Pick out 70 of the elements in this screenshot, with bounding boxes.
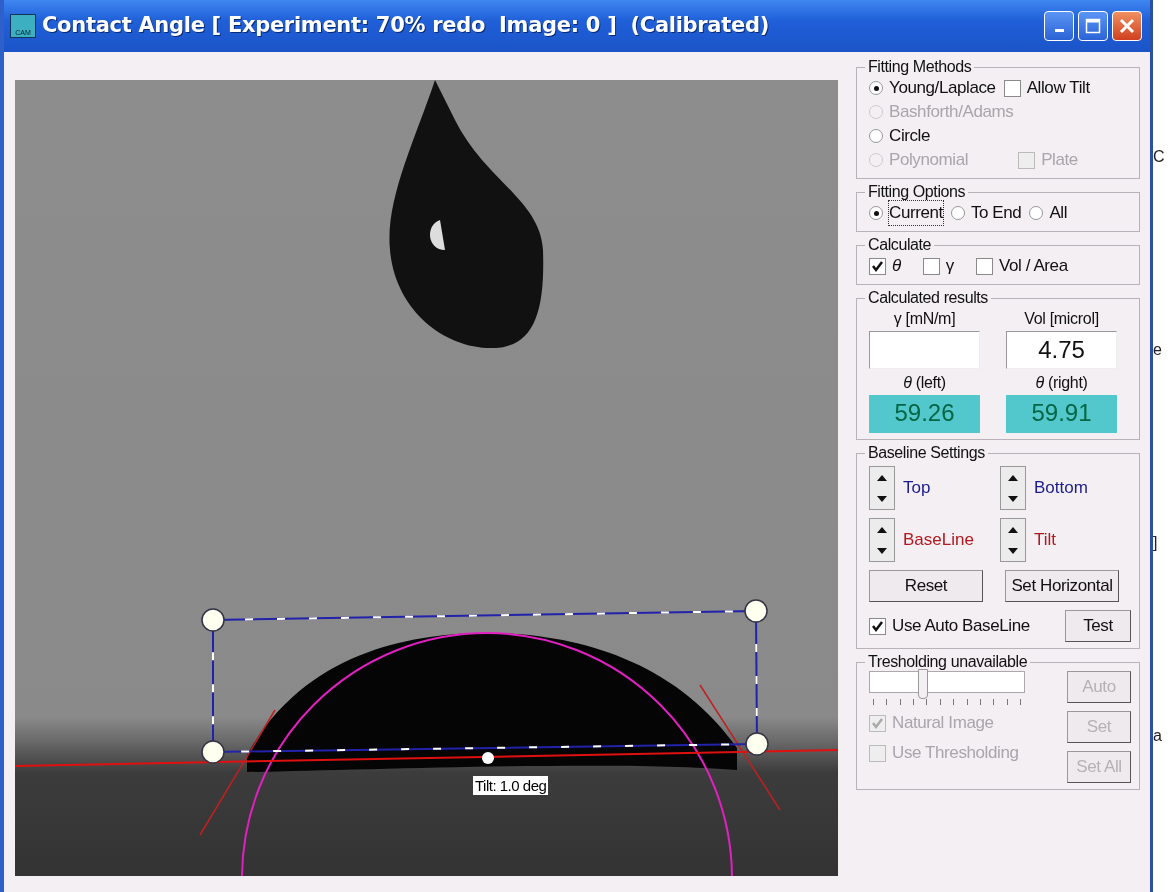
radio-button[interactable] — [1029, 206, 1044, 220]
background-text: e — [1153, 339, 1163, 360]
radio-button[interactable] — [869, 81, 883, 95]
radio-button[interactable] — [869, 206, 883, 220]
field-label: θ (right) — [1034, 373, 1089, 393]
maximize-button[interactable] — [1078, 11, 1108, 41]
radio-button[interactable] — [869, 129, 883, 143]
value-field: 4.75 — [1006, 331, 1117, 369]
up-arrow-icon — [1008, 474, 1018, 481]
field-label: γ [mN/m] — [892, 309, 957, 329]
field-label: Vol [microl] — [1023, 309, 1100, 329]
drag-handle[interactable] — [201, 608, 225, 632]
spin-button[interactable] — [1000, 466, 1026, 510]
background-text: ] — [1153, 532, 1159, 553]
center-marker[interactable] — [482, 752, 494, 764]
background-text: a — [1153, 725, 1163, 746]
result-value: 59.26 — [869, 395, 980, 433]
close-icon — [1119, 18, 1135, 34]
option-label[interactable]: Current — [889, 201, 943, 225]
checkbox-label[interactable]: θ — [892, 254, 901, 278]
up-arrow-icon — [1008, 526, 1018, 533]
maximize-icon — [1085, 18, 1101, 34]
spin-button[interactable] — [1000, 518, 1026, 562]
radio-button[interactable] — [950, 206, 965, 220]
down-arrow-icon — [877, 495, 887, 502]
background-text: C — [1153, 146, 1166, 167]
spinner-label: Tilt — [1034, 529, 1057, 552]
group-title: Fitting Methods — [867, 58, 973, 76]
spinner-label: Top — [903, 477, 931, 500]
checkbox[interactable] — [869, 617, 886, 635]
option-label[interactable]: All — [1049, 201, 1068, 225]
field-label: θ (left) — [902, 373, 947, 393]
checkbox-label[interactable]: Use Auto BaseLine — [892, 614, 1030, 638]
tilt-label: Tilt: 1.0 deg — [473, 776, 549, 795]
checkbox[interactable] — [1003, 79, 1021, 97]
group-title: Calculate — [867, 236, 933, 254]
minimize-button[interactable] — [1044, 11, 1074, 41]
light-reflection — [430, 220, 445, 250]
spinner-label: BaseLine — [903, 529, 974, 552]
option-label[interactable]: Young/Laplace — [889, 76, 996, 100]
checkbox-label[interactable]: Vol / Area — [998, 254, 1068, 278]
up-arrow-icon — [877, 526, 887, 533]
push-button[interactable]: Set Horizontal — [1005, 570, 1119, 602]
option-label[interactable]: Circle — [889, 124, 931, 148]
checkbox-label[interactable]: Allow Tilt — [1026, 76, 1090, 100]
down-arrow-icon — [877, 547, 887, 554]
test-button[interactable]: Test — [1065, 610, 1131, 642]
group-title: Fitting Options — [867, 183, 967, 201]
drag-handle[interactable] — [745, 732, 769, 756]
checkbox-label[interactable]: γ — [945, 254, 954, 278]
group-title: Tresholding unavailable — [867, 653, 1029, 671]
checkbox[interactable] — [922, 257, 940, 275]
spin-button[interactable] — [869, 518, 895, 562]
drag-handle[interactable] — [201, 740, 225, 764]
group-title: Calculated results — [867, 289, 989, 307]
result-value: 59.91 — [1006, 395, 1117, 433]
up-arrow-icon — [877, 474, 887, 481]
push-button[interactable]: Reset — [869, 570, 983, 602]
drag-handle[interactable] — [744, 599, 768, 623]
group-title: Baseline Settings — [867, 444, 986, 462]
option-label[interactable]: To End — [970, 201, 1022, 225]
checkbox[interactable] — [975, 257, 993, 275]
spinner-label: Bottom — [1034, 477, 1088, 500]
spin-button[interactable] — [869, 466, 895, 510]
window-title: Contact Angle [ Experiment: 70% redo Image: 0 ] (Calibrated) — [42, 12, 769, 40]
close-button[interactable] — [1112, 11, 1142, 41]
minimize-icon — [1054, 29, 1064, 32]
checkbox[interactable] — [869, 257, 886, 275]
down-arrow-icon — [1008, 547, 1018, 554]
down-arrow-icon — [1008, 495, 1018, 502]
